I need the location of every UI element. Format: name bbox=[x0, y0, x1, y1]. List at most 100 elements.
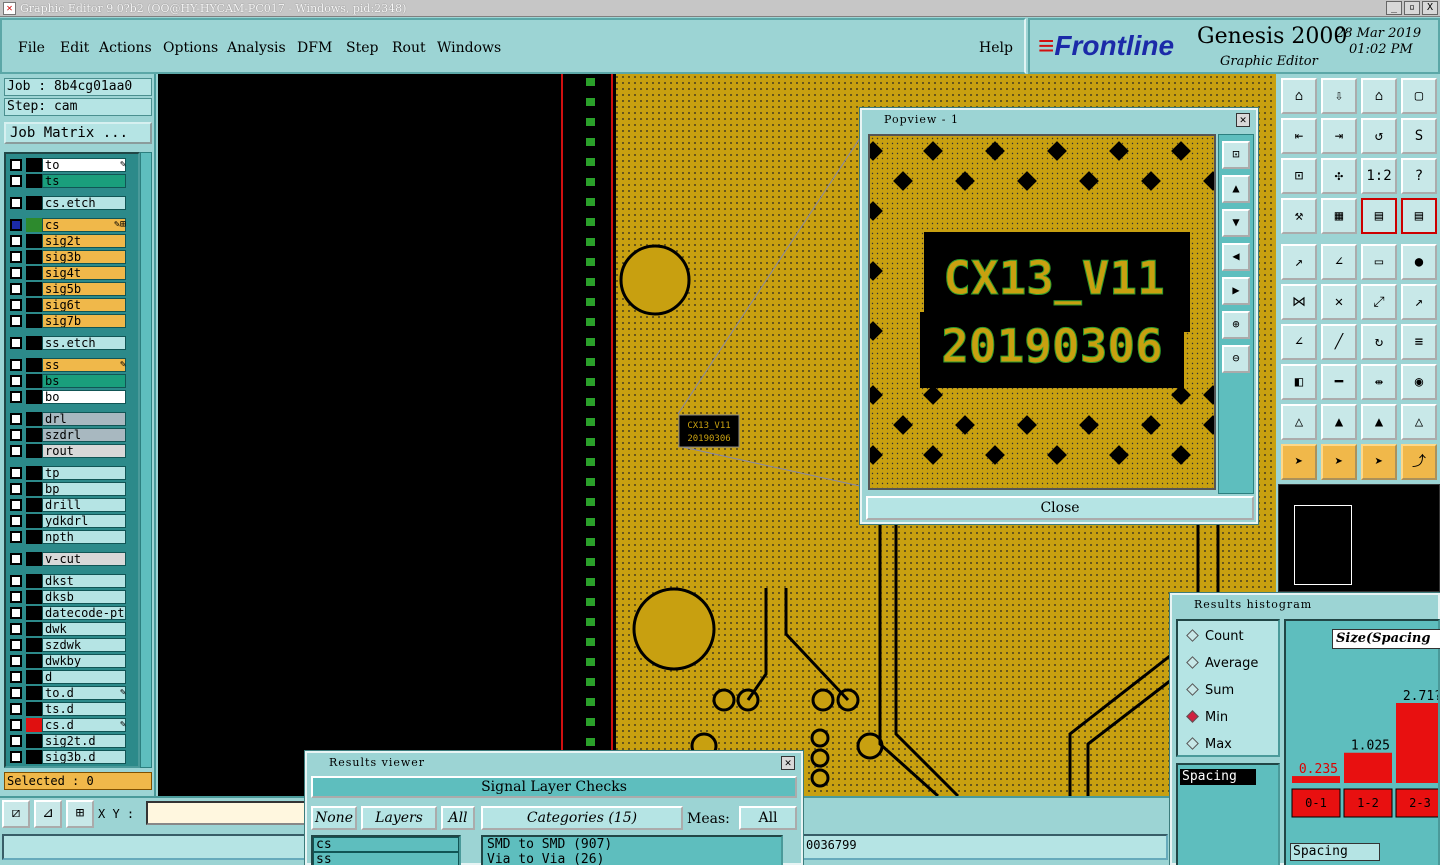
layer-name[interactable]: sig2t.d bbox=[42, 734, 126, 748]
layer-name[interactable]: szdwk bbox=[42, 638, 126, 652]
pad-edit-icon[interactable]: ◧ bbox=[1281, 364, 1317, 400]
layer-visibility-checkbox[interactable] bbox=[10, 553, 22, 565]
layer-color-swatch[interactable] bbox=[26, 498, 42, 512]
layer-visibility-checkbox[interactable] bbox=[10, 591, 22, 603]
layer-color-swatch[interactable] bbox=[26, 718, 42, 732]
window-titlebar[interactable]: ✕ Graphic Editor 9.0?b2 (OO@HY-HYCAM-PC0… bbox=[0, 0, 1440, 17]
overview-minimap[interactable] bbox=[1278, 484, 1440, 592]
histogram-bar[interactable] bbox=[1344, 752, 1392, 783]
layer-visibility-checkbox[interactable] bbox=[10, 735, 22, 747]
group-icon[interactable]: ◉ bbox=[1401, 364, 1437, 400]
layer-color-swatch[interactable] bbox=[26, 358, 42, 372]
results-histogram-title[interactable]: Results histogram bbox=[1172, 595, 1440, 615]
layer-visibility-checkbox[interactable] bbox=[10, 267, 22, 279]
popview-close-icon[interactable]: ✕ bbox=[1236, 113, 1250, 127]
layer-visibility-checkbox[interactable] bbox=[10, 751, 22, 763]
layer-color-swatch[interactable] bbox=[26, 530, 42, 544]
option-average[interactable]: Average bbox=[1186, 656, 1258, 671]
layer-visibility-checkbox[interactable] bbox=[10, 299, 22, 311]
triangle-b-icon[interactable]: ▲ bbox=[1361, 404, 1397, 440]
center-icon[interactable]: ✣ bbox=[1321, 158, 1357, 194]
menu-edit[interactable]: Edit bbox=[60, 40, 89, 56]
triangle-icon[interactable]: △ bbox=[1281, 404, 1317, 440]
layer-row-to[interactable]: to ✎ bbox=[8, 158, 128, 172]
layer-name[interactable]: drl bbox=[42, 412, 126, 426]
layer-name[interactable]: ss bbox=[42, 358, 126, 372]
layer-row-sig7b[interactable]: sig7b bbox=[8, 314, 128, 328]
layer-color-swatch[interactable] bbox=[26, 218, 42, 232]
node-connect-icon[interactable]: ⋈ bbox=[1281, 284, 1317, 320]
popview-zoom-out-icon[interactable]: ⊖ bbox=[1222, 345, 1250, 373]
layer-color-swatch[interactable] bbox=[26, 606, 42, 620]
layer-row-dwkby[interactable]: dwkby bbox=[8, 654, 128, 668]
layer-visibility-checkbox[interactable] bbox=[10, 235, 22, 247]
results-layer-item[interactable]: cs bbox=[313, 837, 459, 852]
menu-dfm[interactable]: DFM bbox=[297, 40, 332, 56]
layer-row-sig2t-d[interactable]: sig2t.d bbox=[8, 734, 128, 748]
layers-button[interactable]: Layers bbox=[361, 806, 437, 830]
layer-color-swatch[interactable] bbox=[26, 428, 42, 442]
layer-row-tp[interactable]: tp bbox=[8, 466, 128, 480]
layer-color-swatch[interactable] bbox=[26, 766, 42, 768]
layer-name[interactable]: rout bbox=[42, 444, 126, 458]
layer-visibility-checkbox[interactable] bbox=[10, 687, 22, 699]
layer-row-dksb[interactable]: dksb bbox=[8, 590, 128, 604]
layer-name[interactable]: ts.d bbox=[42, 702, 126, 716]
layer-color-swatch[interactable] bbox=[26, 750, 42, 764]
layer-list[interactable]: to ✎ ts cs.etch cs ✎⊞ sig2t sig3b sig4t sig5b sig6… bbox=[4, 152, 140, 768]
layer-name[interactable]: cs.d bbox=[42, 718, 126, 732]
restore-button[interactable]: ▫ bbox=[1404, 1, 1420, 15]
select-point-icon[interactable]: ↗ bbox=[1281, 244, 1317, 280]
grid-icon[interactable]: ⊞ bbox=[66, 800, 94, 828]
layer-name[interactable]: drill bbox=[42, 498, 126, 512]
layer-row-ts-d[interactable]: ts.d bbox=[8, 702, 128, 716]
split-icon[interactable]: ≡ bbox=[1401, 324, 1437, 360]
layer-color-swatch[interactable] bbox=[26, 282, 42, 296]
help-icon[interactable]: ? bbox=[1401, 158, 1437, 194]
snap-icon[interactable]: ⧄ bbox=[2, 800, 30, 828]
trace-icon[interactable]: ━ bbox=[1321, 364, 1357, 400]
layer-name[interactable]: sig3b.d bbox=[42, 750, 126, 764]
layer-row-cs-etch[interactable]: cs.etch bbox=[8, 196, 128, 210]
layer-color-swatch[interactable] bbox=[26, 250, 42, 264]
layer-name[interactable]: dwkby bbox=[42, 654, 126, 668]
layer-row-bo[interactable]: bo bbox=[8, 390, 128, 404]
option-sum[interactable]: Sum bbox=[1186, 683, 1234, 698]
menu-analysis[interactable]: Analysis bbox=[227, 40, 286, 56]
triangle-a-icon[interactable]: ▲ bbox=[1321, 404, 1357, 440]
histogram-bar[interactable] bbox=[1292, 776, 1340, 783]
option-min[interactable]: Min bbox=[1186, 710, 1228, 725]
layer-row-ydkdrl[interactable]: ydkdrl bbox=[8, 514, 128, 528]
minimize-button[interactable]: _ bbox=[1386, 1, 1402, 15]
layer-visibility-checkbox[interactable] bbox=[10, 499, 22, 511]
layer-row-sig6t[interactable]: sig6t bbox=[8, 298, 128, 312]
layer-name[interactable]: sig3b bbox=[42, 250, 126, 264]
layer-row-bp[interactable]: bp bbox=[8, 482, 128, 496]
arc-icon[interactable]: ↻ bbox=[1361, 324, 1397, 360]
job-matrix-button[interactable]: Job Matrix ... bbox=[4, 122, 152, 144]
layer-visibility-checkbox[interactable] bbox=[10, 639, 22, 651]
popview-close-button[interactable]: Close bbox=[866, 496, 1254, 520]
layer-color-swatch[interactable] bbox=[26, 174, 42, 188]
layer-row-ss[interactable]: ss ✎ bbox=[8, 358, 128, 372]
layer-color-swatch[interactable] bbox=[26, 158, 42, 172]
layer-visibility-checkbox[interactable] bbox=[10, 283, 22, 295]
home-icon[interactable]: ⌂ bbox=[1361, 78, 1397, 114]
meas-select[interactable]: All bbox=[739, 806, 797, 830]
layer-name[interactable]: d bbox=[42, 670, 126, 684]
layer-name[interactable]: datecode-ptc bbox=[42, 606, 126, 620]
layer-visibility-checkbox[interactable] bbox=[10, 607, 22, 619]
results-layer-item[interactable]: ss bbox=[313, 852, 459, 865]
popview-pan-up-icon[interactable]: ▲ bbox=[1222, 175, 1250, 203]
draw-line-icon[interactable]: ∠ bbox=[1321, 244, 1357, 280]
select-edit-icon[interactable]: ➤ bbox=[1361, 444, 1397, 480]
pad-icon[interactable]: ● bbox=[1401, 244, 1437, 280]
layer-color-swatch[interactable] bbox=[26, 336, 42, 350]
categories-button[interactable]: Categories (15) bbox=[481, 806, 683, 830]
layer-name[interactable]: bo bbox=[42, 390, 126, 404]
popview-title[interactable]: Popview - 1 bbox=[862, 110, 1256, 130]
spacing-selector[interactable]: Spacing bbox=[1290, 843, 1380, 861]
popview-pan-right-icon[interactable]: ▶ bbox=[1222, 277, 1250, 305]
layer-visibility-checkbox[interactable] bbox=[10, 375, 22, 387]
histogram-measure-list[interactable]: Spacing bbox=[1176, 763, 1280, 865]
